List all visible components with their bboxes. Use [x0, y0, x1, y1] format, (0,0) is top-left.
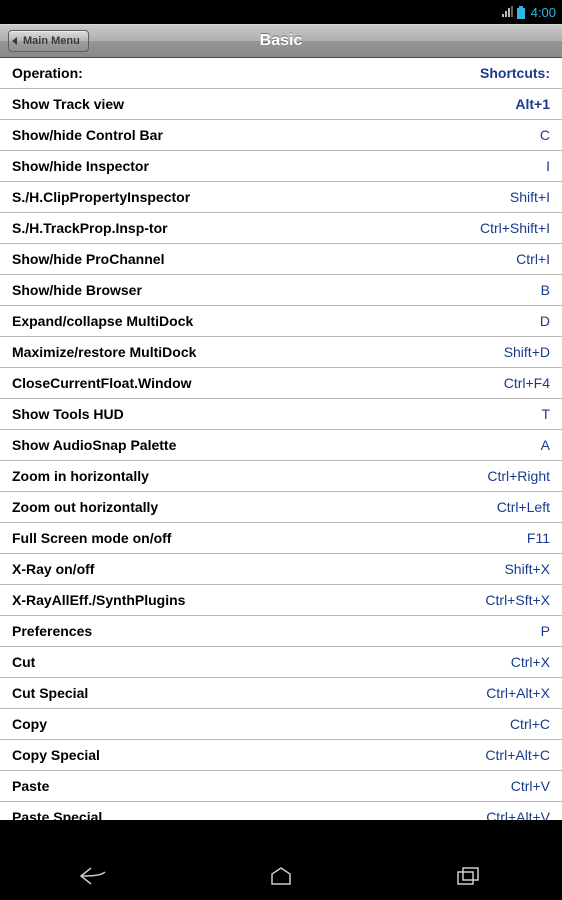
- shortcut-label: Shift+D: [504, 344, 550, 360]
- operation-label: Show/hide Browser: [12, 282, 142, 298]
- operation-label: Full Screen mode on/off: [12, 530, 171, 546]
- table-row[interactable]: Expand/collapse MultiDock D: [0, 306, 562, 337]
- table-row[interactable]: Show Tools HUD T: [0, 399, 562, 430]
- operation-label: Show Track view: [12, 96, 124, 112]
- battery-icon: [517, 6, 525, 19]
- table-row[interactable]: Cut Ctrl+X: [0, 647, 562, 678]
- operation-label: X-RayAllEff./SynthPlugins: [12, 592, 185, 608]
- shortcut-label: Alt+1: [515, 96, 550, 112]
- chevron-left-icon: [12, 37, 17, 45]
- shortcut-label: Ctrl+Alt+C: [485, 747, 550, 763]
- operation-label: Show Tools HUD: [12, 406, 124, 422]
- table-row[interactable]: S./H.TrackProp.Insp-tor Ctrl+Shift+I: [0, 213, 562, 244]
- shortcut-label: B: [541, 282, 550, 298]
- table-row[interactable]: Show Track view Alt+1: [0, 89, 562, 120]
- table-row[interactable]: Copy Ctrl+C: [0, 709, 562, 740]
- table-row[interactable]: Zoom in horizontally Ctrl+Right: [0, 461, 562, 492]
- header-operation: Operation:: [12, 65, 83, 81]
- shortcut-label: Ctrl+Shift+I: [480, 220, 550, 236]
- table-row[interactable]: S./H.ClipPropertyInspector Shift+I: [0, 182, 562, 213]
- operation-label: Show/hide Control Bar: [12, 127, 163, 143]
- operation-label: Preferences: [12, 623, 92, 639]
- page-title: Basic: [260, 32, 303, 50]
- shortcut-label: Shift+I: [510, 189, 550, 205]
- recent-apps-button[interactable]: [433, 856, 503, 896]
- table-row[interactable]: CloseCurrentFloat.Window Ctrl+F4: [0, 368, 562, 399]
- table-row[interactable]: Show/hide Control Bar C: [0, 120, 562, 151]
- operation-label: Show AudioSnap Palette: [12, 437, 176, 453]
- table-row[interactable]: Show/hide Inspector I: [0, 151, 562, 182]
- shortcut-label: Shift+X: [504, 561, 550, 577]
- shortcut-label: Ctrl+V: [511, 778, 550, 794]
- shortcut-label: Ctrl+Right: [487, 468, 550, 484]
- operation-label: Maximize/restore MultiDock: [12, 344, 196, 360]
- table-row[interactable]: Copy Special Ctrl+Alt+C: [0, 740, 562, 771]
- shortcut-label: T: [541, 406, 550, 422]
- operation-label: Paste Special: [12, 809, 102, 820]
- bottom-spacer: [0, 820, 562, 852]
- shortcut-label: F11: [527, 530, 550, 546]
- operation-label: Show/hide Inspector: [12, 158, 149, 174]
- table-row[interactable]: Show AudioSnap Palette A: [0, 430, 562, 461]
- back-button[interactable]: [59, 856, 129, 896]
- table-row[interactable]: Maximize/restore MultiDock Shift+D: [0, 337, 562, 368]
- table-row[interactable]: X-Ray on/off Shift+X: [0, 554, 562, 585]
- shortcut-label: Ctrl+Alt+V: [486, 809, 550, 820]
- table-row[interactable]: Paste Special Ctrl+Alt+V: [0, 802, 562, 820]
- operation-label: Cut: [12, 654, 35, 670]
- app-header: Main Menu Basic: [0, 24, 562, 58]
- main-menu-button[interactable]: Main Menu: [8, 30, 89, 52]
- shortcut-label: D: [540, 313, 550, 329]
- operation-label: Paste: [12, 778, 49, 794]
- status-time: 4:00: [531, 5, 556, 20]
- shortcut-label: Ctrl+Alt+X: [486, 685, 550, 701]
- shortcut-label: Ctrl+I: [516, 251, 550, 267]
- status-bar: 4:00: [0, 0, 562, 24]
- shortcut-label: C: [540, 127, 550, 143]
- navigation-bar: [0, 852, 562, 900]
- table-header-row: Operation: Shortcuts:: [0, 58, 562, 89]
- operation-label: Zoom out horizontally: [12, 499, 158, 515]
- table-row[interactable]: X-RayAllEff./SynthPlugins Ctrl+Sft+X: [0, 585, 562, 616]
- shortcut-label: P: [541, 623, 550, 639]
- operation-label: S./H.TrackProp.Insp-tor: [12, 220, 168, 236]
- operation-label: Copy Special: [12, 747, 100, 763]
- table-row[interactable]: Full Screen mode on/off F11: [0, 523, 562, 554]
- operation-label: Expand/collapse MultiDock: [12, 313, 193, 329]
- operation-label: Copy: [12, 716, 47, 732]
- operation-label: Cut Special: [12, 685, 88, 701]
- signal-icon: [501, 6, 513, 18]
- shortcut-label: Ctrl+F4: [504, 375, 550, 391]
- operation-label: X-Ray on/off: [12, 561, 94, 577]
- operation-label: Show/hide ProChannel: [12, 251, 164, 267]
- table-row[interactable]: Preferences P: [0, 616, 562, 647]
- shortcut-list: Operation: Shortcuts: Show Track view Alt…: [0, 58, 562, 820]
- operation-label: Zoom in horizontally: [12, 468, 149, 484]
- shortcut-label: I: [546, 158, 550, 174]
- shortcut-label: Ctrl+X: [511, 654, 550, 670]
- operation-label: S./H.ClipPropertyInspector: [12, 189, 190, 205]
- table-row[interactable]: Show/hide Browser B: [0, 275, 562, 306]
- table-row[interactable]: Paste Ctrl+V: [0, 771, 562, 802]
- home-button[interactable]: [246, 856, 316, 896]
- shortcut-label: A: [541, 437, 550, 453]
- table-row[interactable]: Zoom out horizontally Ctrl+Left: [0, 492, 562, 523]
- shortcut-label: Ctrl+Left: [497, 499, 550, 515]
- main-menu-label: Main Menu: [23, 31, 80, 51]
- table-row[interactable]: Cut Special Ctrl+Alt+X: [0, 678, 562, 709]
- table-row[interactable]: Show/hide ProChannel Ctrl+I: [0, 244, 562, 275]
- shortcut-label: Ctrl+Sft+X: [485, 592, 550, 608]
- header-shortcut: Shortcuts:: [480, 65, 550, 81]
- shortcut-label: Ctrl+C: [510, 716, 550, 732]
- operation-label: CloseCurrentFloat.Window: [12, 375, 192, 391]
